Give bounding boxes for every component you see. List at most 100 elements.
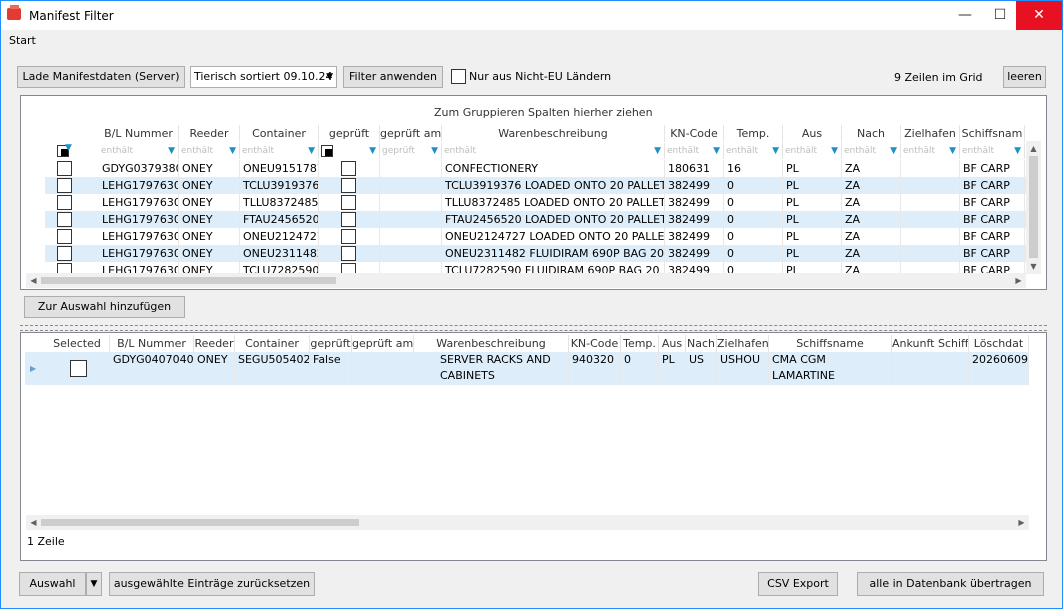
bottom-horizontal-scrollbar[interactable]: ◀ ▶ [26,515,1029,530]
column-header-13[interactable]: Ankunft Schiff [892,335,969,352]
row-checkbox[interactable] [57,195,72,210]
column-header-9[interactable]: Nach [842,125,901,142]
column-header-8[interactable]: Temp. [621,335,659,352]
column-header-6[interactable]: KN-Code [665,125,724,142]
column-header-2[interactable]: Container [240,125,319,142]
non-eu-checkbox[interactable] [451,69,466,84]
sort-combo[interactable]: Tierisch sortiert 09.10.24 ▼ [190,66,337,88]
add-to-selection-button[interactable]: Zur Auswahl hinzufügen [24,296,185,318]
filter-cell[interactable]: enthält ▼ [99,143,179,159]
top-vscroll-thumb[interactable] [1029,156,1038,258]
filter-icon[interactable]: ▼ [369,143,376,159]
column-header-4[interactable]: geprüft am [380,125,442,142]
row-checkbox[interactable] [57,161,72,176]
column-header-10[interactable]: Zielhafen [901,125,960,142]
scroll-down-icon[interactable]: ▼ [1026,259,1041,274]
column-header-12[interactable]: Schiffsname [769,335,892,352]
scroll-up-icon[interactable]: ▲ [1026,141,1041,156]
csv-export-button[interactable]: CSV Export [758,572,838,596]
table-row[interactable]: LEHG17976300ONEYTLLU8372485 TLLU8372485 L… [45,194,1026,211]
geprueft-checkbox[interactable] [341,161,356,176]
filter-cell[interactable]: enthält ▼ [901,143,960,159]
filter-icon[interactable]: ▼ [890,143,897,159]
column-header-14[interactable]: Löschdat [969,335,1029,352]
scroll-left-icon[interactable]: ◀ [26,515,41,530]
filter-icon[interactable]: ▼ [431,143,438,159]
filter-cell[interactable]: enthält ▼ [240,143,319,159]
filter-cell[interactable]: enthält ▼ [783,143,842,159]
menu-start[interactable]: Start [9,34,36,47]
scroll-right-icon[interactable]: ▶ [1014,515,1029,530]
transfer-to-db-button[interactable]: alle in Datenbank übertragen [857,572,1044,596]
apply-filter-button[interactable]: Filter anwenden [343,66,443,88]
filter-cell[interactable]: enthält ▼ [665,143,724,159]
filter-cell[interactable]: enthält ▼ [442,143,665,159]
column-header-8[interactable]: Aus [783,125,842,142]
column-header-9[interactable]: Aus [659,335,686,352]
column-header-7[interactable]: KN-Code [569,335,621,352]
geprueft-checkbox[interactable] [341,212,356,227]
column-header-10[interactable]: Nach [686,335,717,352]
selected-checkbox[interactable] [70,360,87,377]
table-row[interactable]: ▶ GDYG04070400 ONEY SEGU5054020 False SERVER … [25,352,1029,385]
filter-icon[interactable]: ▼ [1014,143,1021,159]
row-checkbox[interactable] [57,212,72,227]
filter-icon[interactable]: ▼ [308,143,315,159]
geprueft-checkbox[interactable] [341,178,356,193]
column-header-0[interactable]: Selected [45,335,110,352]
filter-icon[interactable]: ▼ [713,143,720,159]
filter-cell[interactable]: ▼ [319,143,380,159]
bottom-hscroll-thumb[interactable] [41,519,359,526]
filter-icon[interactable]: ▼ [65,143,72,153]
top-vertical-scrollbar[interactable]: ▲ ▼ [1026,141,1041,274]
geprueft-checkbox[interactable] [341,229,356,244]
filter-icon[interactable]: ▼ [949,143,956,159]
geprueft-checkbox[interactable] [341,246,356,261]
scroll-left-icon[interactable]: ◀ [26,273,41,288]
column-header-0[interactable]: B/L Nummer [99,125,179,142]
filter-icon[interactable]: ▼ [168,143,175,159]
filter-icon[interactable]: ▼ [654,143,661,159]
filter-icon[interactable]: ▼ [772,143,779,159]
table-row[interactable]: LEHG17976300ONEYONEU2311482 ONEU2311482 F… [45,245,1026,262]
close-icon[interactable]: ✕ [1016,1,1062,30]
grid-splitter[interactable] [20,325,1047,331]
column-header-11[interactable]: Zielhafen [717,335,769,352]
filter-cell[interactable]: enthält ▼ [842,143,901,159]
auswahl-dropdown-icon[interactable]: ▼ [86,572,102,596]
clear-button[interactable]: leeren [1003,66,1046,88]
column-header-1[interactable]: Reeder [179,125,240,142]
filter-icon[interactable]: ▼ [229,143,236,159]
filter-cell[interactable]: enthält ▼ [960,143,1025,159]
minimize-icon[interactable]: — [948,1,982,30]
column-header-4[interactable]: geprüft [310,335,352,352]
row-checkbox[interactable] [57,229,72,244]
column-header-5[interactable]: Warenbeschreibung [442,125,665,142]
column-header-1[interactable]: B/L Nummer [110,335,194,352]
column-header-3[interactable]: Container [235,335,310,352]
table-row[interactable]: LEHG17976300ONEYONEU2124727 ONEU2124727 L… [45,228,1026,245]
geprueft-filter-checkbox[interactable] [321,145,333,157]
filter-cell[interactable]: enthält ▼ [179,143,240,159]
table-row[interactable]: LEHG17976300ONEYFTAU2456520 FTAU2456520 L… [45,211,1026,228]
top-horizontal-scrollbar[interactable]: ◀ ▶ [26,273,1026,288]
maximize-icon[interactable]: ☐ [983,1,1017,30]
row-checkbox[interactable] [57,178,72,193]
table-row[interactable]: LEHG17976300ONEYTCLU3919376 TCLU3919376 L… [45,177,1026,194]
row-checkbox[interactable] [57,246,72,261]
geprueft-checkbox[interactable] [341,195,356,210]
column-header-7[interactable]: Temp. [724,125,783,142]
table-row[interactable]: GDYG03793800ONEYONEU9151787 CONFECTIONERY… [45,160,1026,177]
load-manifest-button[interactable]: Lade Manifestdaten (Server) [17,66,185,88]
filter-icon[interactable]: ▼ [831,143,838,159]
column-header-5[interactable]: geprüft am [352,335,414,352]
top-hscroll-thumb[interactable] [41,277,336,284]
column-header-2[interactable]: Reeder [194,335,235,352]
filter-cell[interactable]: geprüft ▼ [380,143,442,159]
column-header-6[interactable]: Warenbeschreibung [414,335,569,352]
column-header-11[interactable]: Schiffsnam [960,125,1025,142]
filter-cell[interactable]: enthält ▼ [724,143,783,159]
column-header-3[interactable]: geprüft [319,125,380,142]
reset-selected-button[interactable]: ausgewählte Einträge zurücksetzen [109,572,315,596]
auswahl-button[interactable]: Auswahl [19,572,86,596]
